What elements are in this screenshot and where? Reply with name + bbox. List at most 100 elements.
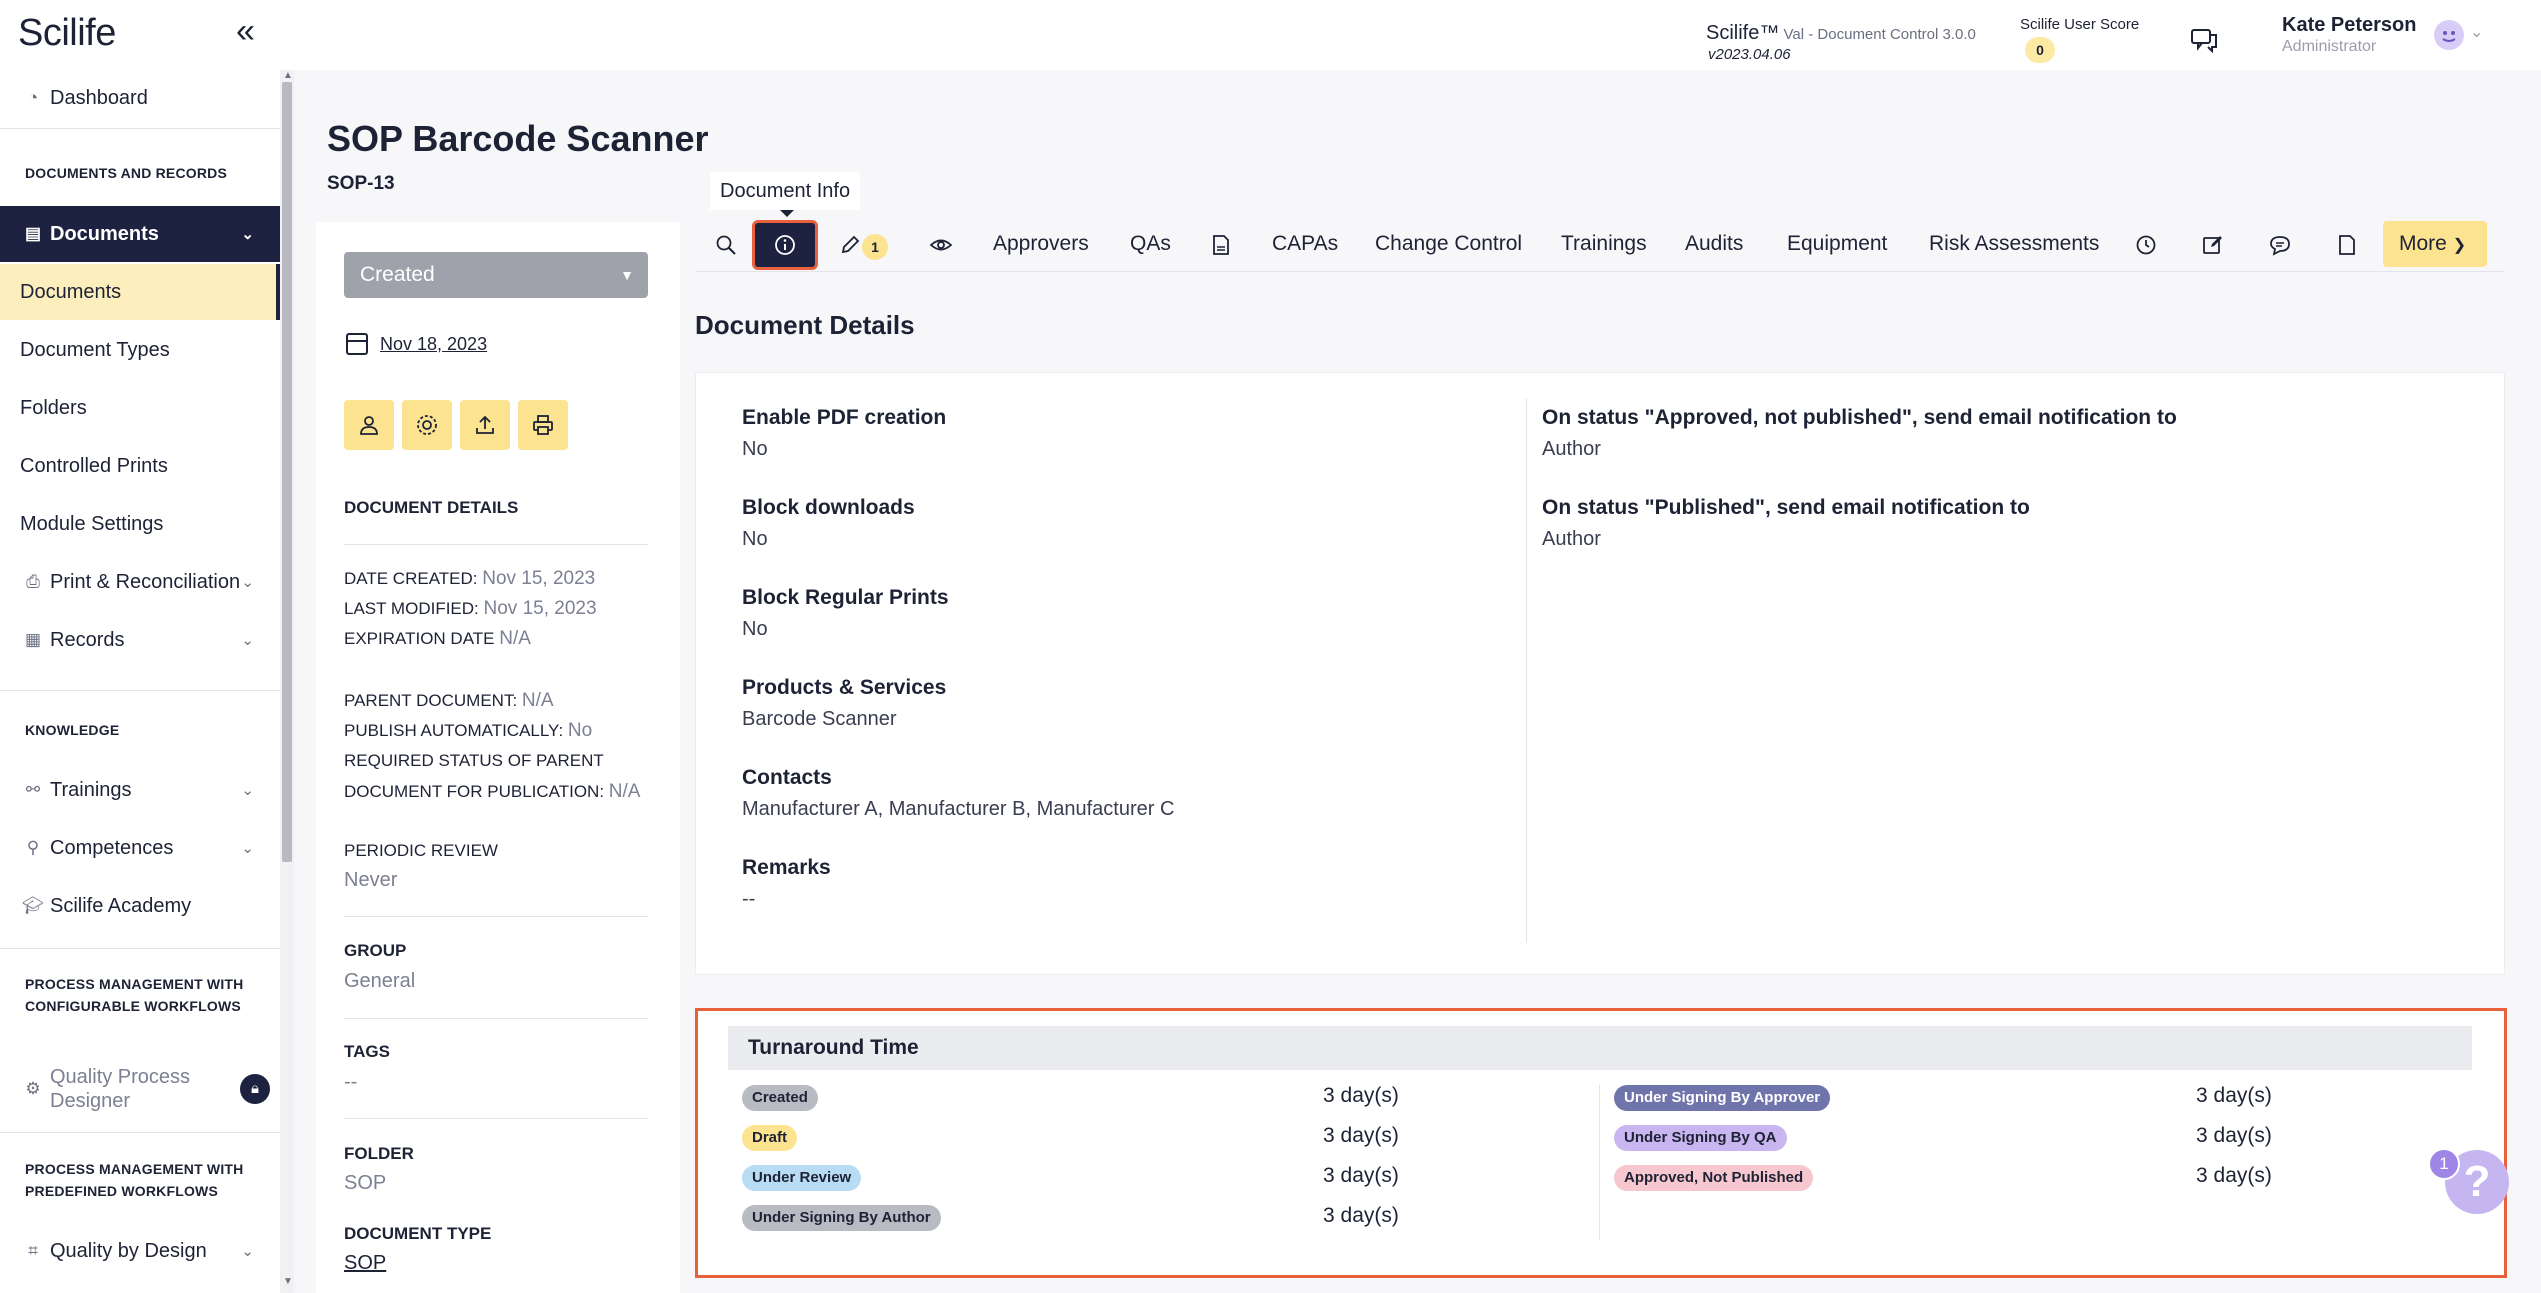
tab-change-control[interactable]: Change Control (1375, 218, 1522, 270)
expiration-date-value: N/A (499, 628, 531, 649)
document-code: SOP-13 (327, 173, 395, 194)
tab-comments-icon[interactable] (2263, 228, 2297, 262)
folder-label: FOLDER (344, 1144, 414, 1163)
status-badge-under-signing-by-approver: Under Signing By Approver (1614, 1085, 1831, 1111)
scroll-up-arrow-icon[interactable]: ▲ (283, 70, 293, 81)
publish-automatically-value: No (567, 720, 593, 741)
publish-automatically-label: PUBLISH AUTOMATICALLY: (344, 721, 568, 740)
sidebar-item-dashboard[interactable]: ◔ Dashboard (0, 70, 280, 126)
app-version: v2023.04.06 (1708, 46, 1791, 63)
block-downloads-label: Block downloads (742, 496, 915, 519)
chevron-down-icon: ⌄ (241, 226, 254, 243)
tab-audits[interactable]: Audits (1685, 218, 1743, 270)
panel-divider (344, 544, 648, 545)
settings-button[interactable] (402, 400, 452, 450)
date-created-row: DATE CREATED: Nov 15, 2023 (344, 568, 595, 590)
chevron-down-icon: ⌄ (241, 1243, 254, 1260)
sidebar-item-trainings[interactable]: ⚯ Trainings ⌄ (0, 762, 280, 818)
dumbbell-icon: ⚯ (25, 780, 41, 799)
sidebar-subitem-controlled-prints[interactable]: Controlled Prints (0, 438, 280, 494)
last-modified-label: LAST MODIFIED: (344, 599, 484, 618)
scilife-logo[interactable]: Scilife (18, 12, 116, 55)
tab-history-clock-icon[interactable] (2129, 228, 2163, 262)
status-badge-under-signing-by-author: Under Signing By Author (742, 1205, 941, 1231)
sidebar-subitem-folders[interactable]: Folders (0, 380, 280, 436)
contacts-value: Manufacturer A, Manufacturer B, Manufact… (742, 798, 1175, 820)
notify-approved-label: On status "Approved, not published", sen… (1542, 406, 2177, 429)
tab-document-info[interactable] (752, 220, 818, 270)
sidebar-item-quality-process-designer[interactable]: ⚙︎ Quality Process Designer 🔒︎ (0, 1054, 280, 1124)
block-downloads-value: No (742, 528, 768, 550)
document-type-link[interactable]: SOP (344, 1252, 386, 1275)
app-brand: Scilife™ (1706, 22, 1780, 44)
tab-equipment[interactable]: Equipment (1787, 218, 1887, 270)
turnaround-days: 3 day(s) (2196, 1084, 2272, 1107)
caret-down-icon: ▼ (620, 267, 634, 283)
user-name[interactable]: Kate Peterson (2282, 14, 2417, 37)
periodic-review-value: Never (344, 869, 398, 891)
document-details-title: Document Details (695, 310, 915, 340)
search-icon[interactable] (709, 228, 743, 262)
sidebar-subitem-documents[interactable]: Documents (0, 264, 280, 320)
notify-published-label: On status "Published", send email notifi… (1542, 496, 2030, 519)
sidebar-scrollbar-thumb[interactable] (282, 82, 292, 862)
tab-approvers[interactable]: Approvers (993, 218, 1089, 270)
enable-pdf-label: Enable PDF creation (742, 406, 947, 429)
group-value: General (344, 970, 416, 992)
sidebar-section-configurable-workflows: PROCESS MANAGEMENT WITH CONFIGURABLE WORK… (25, 973, 265, 1017)
tab-notes-edit-icon[interactable] (2196, 228, 2230, 262)
sidebar-item-competences[interactable]: ⚲ Competences ⌄ (0, 820, 280, 876)
required-status-row: DOCUMENT FOR PUBLICATION: N/A (344, 781, 640, 803)
notify-published-value: Author (1542, 528, 1601, 550)
document-date[interactable]: Nov 18, 2023 (346, 333, 487, 355)
feedback-chat-icon[interactable] (2190, 28, 2218, 54)
scroll-down-arrow-icon[interactable]: ▼ (283, 1276, 293, 1287)
more-tabs-button[interactable]: More ❯ (2383, 221, 2487, 267)
sidebar-item-records[interactable]: ▦ Records ⌄ (0, 612, 280, 668)
sidebar-item-print-reconciliation[interactable]: ⎙ Print & Reconciliation ⌄ (0, 554, 280, 610)
assign-user-button[interactable] (344, 400, 394, 450)
panel-divider (344, 1118, 648, 1119)
panel-divider (344, 916, 648, 917)
section-line: PROCESS MANAGEMENT WITH (25, 976, 244, 992)
tab-file-icon[interactable] (2330, 228, 2364, 262)
sidebar-divider (0, 1132, 280, 1133)
sidebar-item-documents[interactable]: ▤ Documents ⌄ (0, 206, 280, 262)
date-created-value: Nov 15, 2023 (482, 568, 596, 589)
sidebar-item-label: Quality by Design (50, 1239, 207, 1262)
required-status-label-cont: DOCUMENT FOR PUBLICATION: (344, 782, 609, 801)
required-status-value: N/A (608, 781, 641, 802)
sidebar-item-quality-by-design[interactable]: ⌗ Quality by Design ⌄ (0, 1223, 280, 1279)
turnaround-days: 3 day(s) (1323, 1164, 1399, 1187)
sidebar-subitem-module-settings[interactable]: Module Settings (0, 496, 280, 552)
upload-button[interactable] (460, 400, 510, 450)
status-badge-under-signing-by-qa: Under Signing By QA (1614, 1125, 1787, 1151)
tab-printer-icon[interactable] (1204, 228, 1238, 262)
collapse-sidebar-icon[interactable]: « (236, 14, 255, 48)
more-tabs-label: More (2399, 232, 2447, 255)
turnaround-days: 3 day(s) (2196, 1164, 2272, 1187)
user-menu-chevron-icon[interactable]: ⌄ (2470, 22, 2483, 42)
sidebar-subitem-document-types[interactable]: Document Types (0, 322, 280, 378)
status-dropdown[interactable]: Created ▼ (344, 252, 648, 298)
print-button[interactable] (518, 400, 568, 450)
lock-icon: 🔒︎ (240, 1074, 270, 1104)
tags-value: -- (344, 1071, 358, 1093)
sidebar: ◔ Dashboard DOCUMENTS AND RECORDS ▤ Docume… (0, 70, 280, 1293)
tab-qas[interactable]: QAs (1130, 218, 1171, 270)
tab-trainings[interactable]: Trainings (1561, 218, 1647, 270)
user-avatar[interactable] (2434, 20, 2464, 50)
section-line: PREDEFINED WORKFLOWS (25, 1183, 218, 1199)
tab-readers-eye-icon[interactable] (924, 228, 958, 262)
tab-capas[interactable]: CAPAs (1272, 218, 1338, 270)
status-dropdown-value: Created (360, 263, 435, 286)
tooltip-arrow (780, 210, 794, 217)
turnaround-days: 3 day(s) (1323, 1124, 1399, 1147)
sidebar-section-predefined-workflows: PROCESS MANAGEMENT WITH PREDEFINED WORKFL… (25, 1158, 265, 1202)
sidebar-item-scilife-academy[interactable]: 🎓︎ Scilife Academy (0, 878, 280, 934)
group-label: GROUP (344, 941, 407, 960)
printer-icon: ⎙ (26, 572, 40, 591)
tab-risk-assessments[interactable]: Risk Assessments (1929, 218, 2099, 270)
document-date-value: Nov 18, 2023 (380, 333, 488, 354)
turnaround-days: 3 day(s) (1323, 1084, 1399, 1107)
